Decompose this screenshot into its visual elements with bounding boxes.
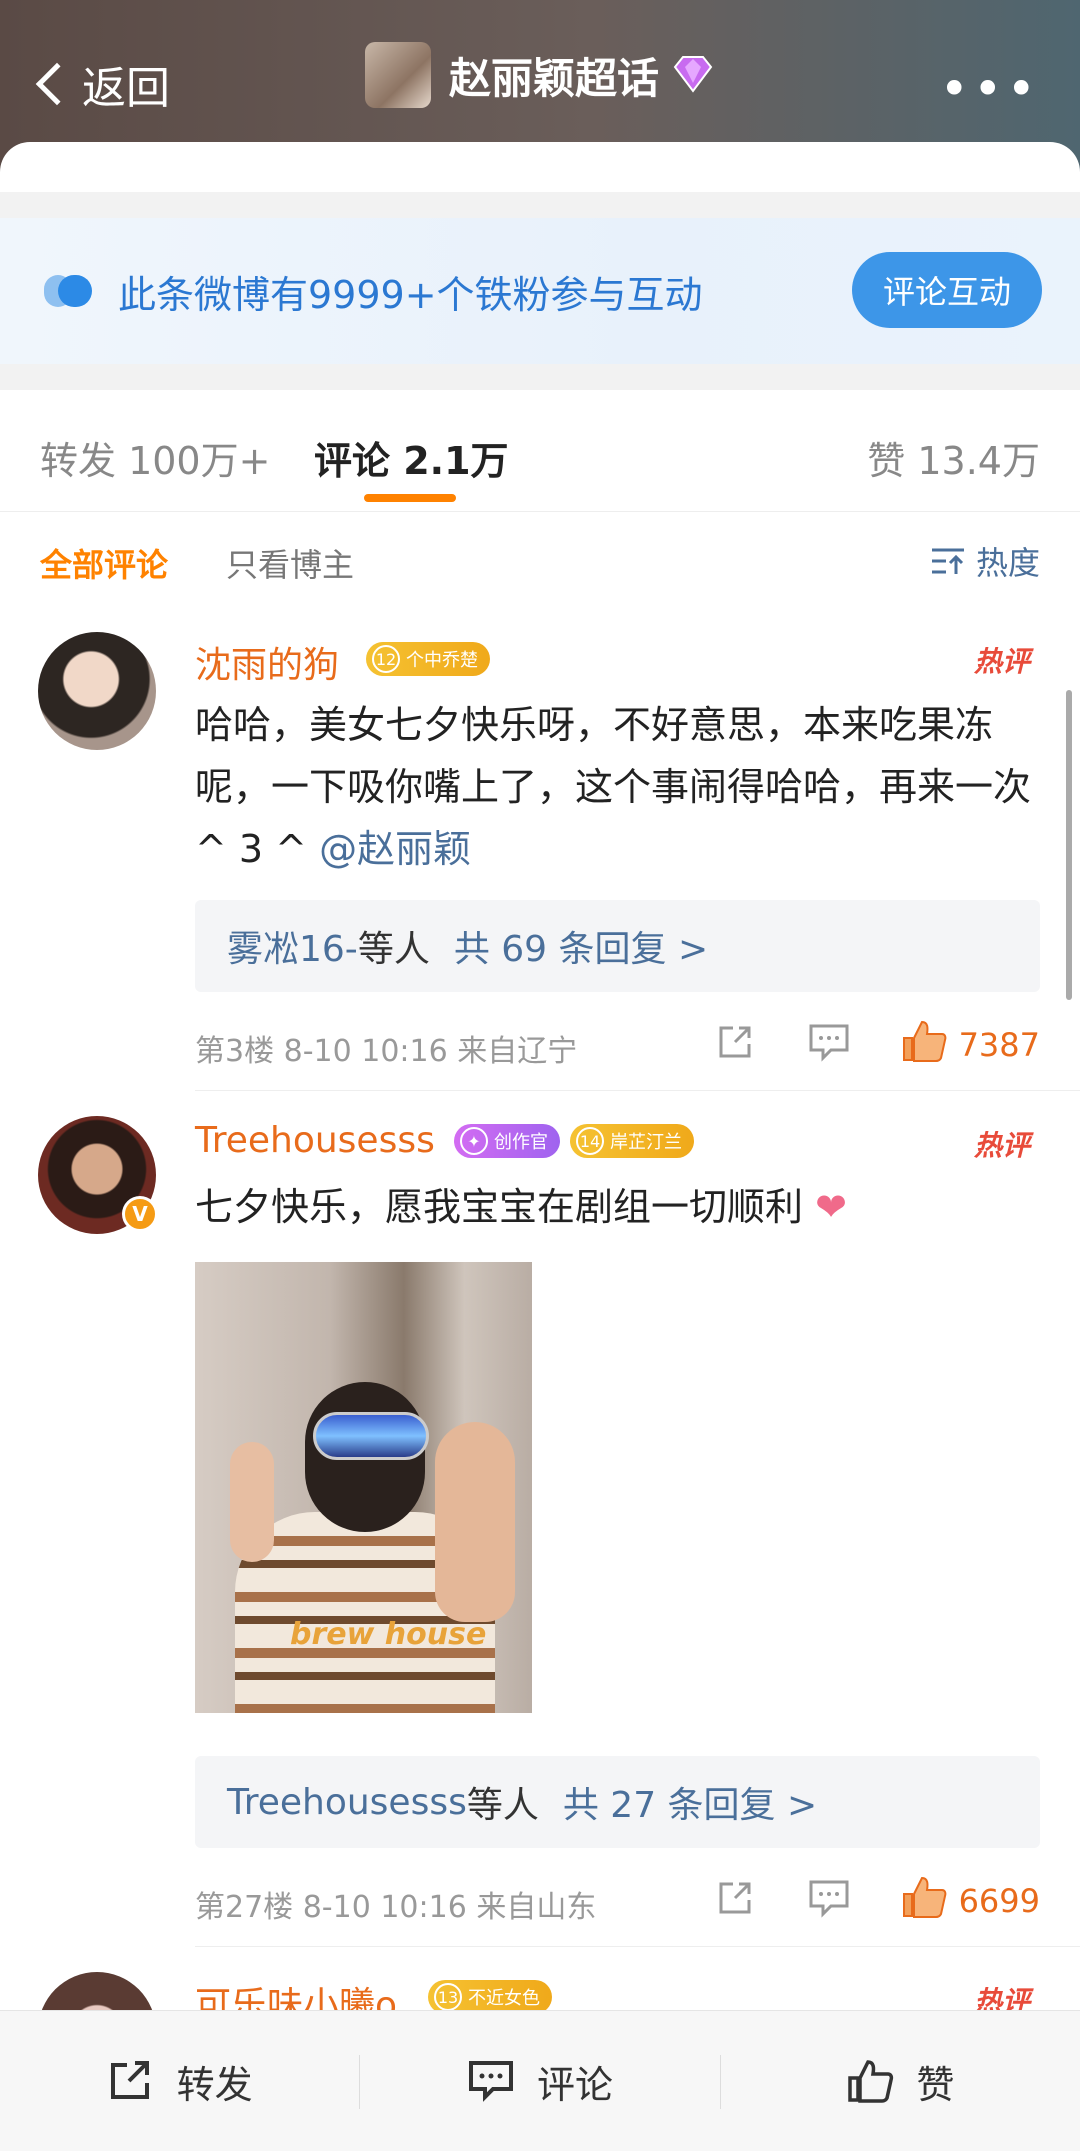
sort-label: 热度	[975, 544, 1040, 582]
comment-floor-time-location: 第27楼 8-10 10:16 来自山东	[195, 1890, 597, 1925]
diamond-icon	[673, 56, 713, 93]
avatar[interactable]	[38, 632, 156, 750]
thumbs-up-icon[interactable]	[900, 1874, 948, 1920]
verified-badge-icon: V	[122, 1196, 158, 1232]
scrollbar[interactable]	[1066, 690, 1072, 1000]
share-icon[interactable]	[715, 1878, 755, 1918]
like-button[interactable]: 赞	[721, 2011, 1080, 2151]
replies-summary[interactable]: Treehousesss 等人 共 27 条回复 >	[195, 1756, 1040, 1848]
tab-comment[interactable]: 评论 2.1万	[314, 430, 509, 485]
fan-level-badge: 14 岸芷汀兰	[570, 1124, 694, 1158]
post-card-edge	[0, 142, 1080, 192]
share-icon	[110, 2061, 149, 2099]
replies-summary[interactable]: 雾凇16- 等人 共 69 条回复 >	[195, 900, 1040, 992]
vr-headset-icon	[313, 1412, 429, 1460]
divider	[195, 1090, 1080, 1091]
back-button[interactable]: 返回	[30, 52, 170, 116]
shirt-logo: brew house	[290, 1617, 487, 1652]
bottom-action-bar: 转发 评论 赞	[0, 2010, 1080, 2151]
repost-button[interactable]: 转发	[0, 2011, 359, 2151]
comment-text: 哈哈，美女七夕快乐呀，不好意思，本来吃果冻呢，一下吸你嘴上了，这个事闹得哈哈，再…	[195, 703, 1032, 871]
like-count: 6699	[958, 1882, 1040, 1920]
hot-comment-badge: 热评	[973, 645, 1030, 678]
comment-filter-bar: 全部评论 只看博主 热度	[0, 512, 1080, 608]
comment-button[interactable]: 评论	[360, 2011, 719, 2151]
page-title: 赵丽颖超话	[449, 53, 660, 103]
comment-username[interactable]: Treehousesss	[195, 1120, 435, 1161]
share-icon[interactable]	[715, 1022, 755, 1062]
heart-emoji-icon: ❤	[803, 1185, 847, 1229]
comment-image[interactable]: brew house	[195, 1262, 532, 1713]
mention-link[interactable]: @赵丽颖	[319, 827, 471, 871]
supertopic-title[interactable]: 赵丽颖超话	[365, 42, 715, 108]
thumbs-up-icon[interactable]	[900, 1018, 948, 1064]
comment-username[interactable]: 沈雨的狗	[195, 636, 339, 688]
hot-comment-badge: 热评	[973, 1129, 1030, 1162]
comment-floor-time-location: 第3楼 8-10 10:16 来自辽宁	[195, 1034, 578, 1069]
fan-level-badge: 12 个中乔楚	[366, 642, 490, 676]
comment-interact-button[interactable]: 评论互动	[852, 252, 1042, 328]
tab-like[interactable]: 赞 13.4万	[867, 430, 1040, 485]
stats-tabs: 转发 100万+ 评论 2.1万 赞 13.4万	[0, 390, 1080, 512]
thumbs-up-icon	[848, 2060, 894, 2103]
filter-owner-only[interactable]: 只看博主	[226, 540, 354, 586]
chevron-left-icon	[35, 62, 79, 106]
supertopic-avatar	[365, 42, 431, 108]
creator-badge: ✦ 创作官	[454, 1124, 560, 1158]
filter-all-comments[interactable]: 全部评论	[40, 540, 168, 586]
fan-badge-icon	[44, 275, 92, 307]
active-tab-indicator	[364, 494, 456, 502]
more-options-button[interactable]: •••	[940, 60, 1040, 118]
divider	[195, 1946, 1080, 1947]
like-count: 7387	[958, 1026, 1040, 1064]
sort-icon	[931, 548, 964, 574]
comment-icon	[468, 2061, 513, 2102]
comment-icon[interactable]	[807, 1022, 851, 1062]
comment-meta: 第27楼 8-10 10:16 来自山东 6699	[195, 1876, 1040, 1925]
comment-meta: 第3楼 8-10 10:16 来自辽宁 7387	[195, 1020, 1040, 1069]
fan-banner-text: 此条微博有9999+个铁粉参与互动	[118, 272, 703, 317]
creator-icon: ✦	[460, 1127, 488, 1155]
comment-icon[interactable]	[807, 1878, 851, 1918]
back-label: 返回	[82, 63, 170, 114]
sort-button[interactable]: 热度	[930, 538, 1040, 584]
fan-interaction-banner: 此条微博有9999+个铁粉参与互动 评论互动	[0, 218, 1080, 364]
comment-text: 七夕快乐，愿我宝宝在剧组一切顺利 ❤	[195, 1185, 847, 1229]
tab-repost[interactable]: 转发 100万+	[40, 430, 270, 485]
fan-level-badge: 13 不近女色	[428, 1980, 552, 2014]
